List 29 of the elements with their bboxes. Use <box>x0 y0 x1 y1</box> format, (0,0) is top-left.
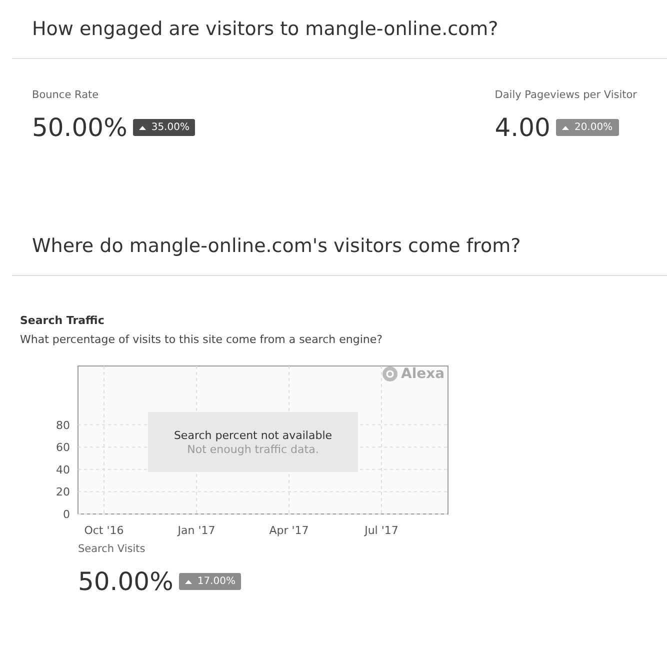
y-axis-label: 0 <box>63 508 70 521</box>
metric-label: Bounce Rate <box>32 89 100 101</box>
metric-label: Search Visits <box>78 543 146 555</box>
up-triangle-icon <box>562 126 570 130</box>
up-triangle-icon <box>139 126 146 130</box>
section-title: How engaged are visitors to mangle-online.com? <box>12 10 667 59</box>
y-axis-label: 80 <box>56 418 70 432</box>
y-axis-label: 60 <box>56 441 70 454</box>
change-value: 20.00% <box>574 122 613 133</box>
metric-label: Daily Pageviews per Visitor <box>494 89 637 101</box>
up-triangle-icon <box>185 580 192 584</box>
y-axis-label: 40 <box>56 463 70 476</box>
metric-value: 50.00% <box>32 115 128 140</box>
x-axis-label: Jan '17 <box>178 524 216 537</box>
metric-value: 50.00% <box>78 569 174 594</box>
x-axis-label: Apr '17 <box>269 524 309 537</box>
section-title: Where do mangle-online.com's visitors come from? <box>12 227 667 276</box>
chart-brand: Alexa <box>401 366 445 382</box>
subsection-heading: Search Traffic <box>20 314 106 327</box>
change-value: 35.00% <box>151 122 190 133</box>
message-subtitle: Not enough traffic data. <box>187 442 319 456</box>
metric-value: 4.00 <box>494 115 550 140</box>
subsection-question: What percentage of visits to this site come from a search engine? <box>20 333 384 346</box>
x-axis-label: Oct '16 <box>84 524 124 537</box>
logo-icon <box>382 366 398 382</box>
message-title: Search percent not available <box>174 428 332 442</box>
y-axis-label: 20 <box>56 486 70 499</box>
x-axis-label: Jul '17 <box>364 524 398 537</box>
change-value: 17.00% <box>197 576 236 587</box>
